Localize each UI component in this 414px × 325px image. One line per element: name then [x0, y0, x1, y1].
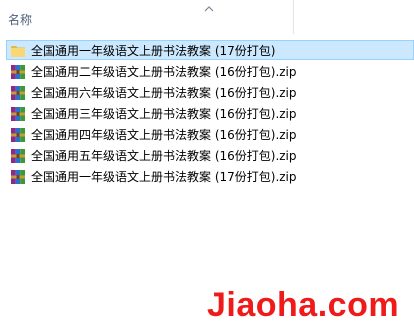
file-name: 全国通用一年级语文上册书法教案 (17份打包) — [31, 44, 276, 58]
archive-icon — [11, 86, 25, 100]
file-name: 全国通用五年级语文上册书法教案 (16份打包).zip — [31, 149, 297, 163]
archive-icon — [11, 128, 25, 142]
archive-icon — [11, 170, 25, 184]
watermark: Jiaoha.com — [207, 286, 400, 324]
file-name: 全国通用一年级语文上册书法教案 (17份打包).zip — [31, 170, 297, 184]
file-name: 全国通用六年级语文上册书法教案 (16份打包).zip — [31, 86, 297, 100]
column-header: 名称 — [0, 0, 414, 34]
archive-icon — [11, 107, 25, 121]
list-item[interactable]: 全国通用一年级语文上册书法教案 (17份打包).zip — [6, 166, 414, 186]
list-item[interactable]: 全国通用三年级语文上册书法教案 (16份打包).zip — [6, 103, 414, 123]
file-name: 全国通用四年级语文上册书法教案 (16份打包).zip — [31, 128, 297, 142]
list-item[interactable]: 全国通用二年级语文上册书法教案 (16份打包).zip — [6, 61, 414, 81]
chevron-up-icon — [204, 6, 214, 12]
list-item[interactable]: 全国通用一年级语文上册书法教案 (17份打包) — [6, 40, 414, 60]
column-divider[interactable] — [293, 0, 294, 34]
folder-icon — [11, 46, 25, 57]
list-item[interactable]: 全国通用四年级语文上册书法教案 (16份打包).zip — [6, 124, 414, 144]
file-name: 全国通用三年级语文上册书法教案 (16份打包).zip — [31, 107, 297, 121]
file-name: 全国通用二年级语文上册书法教案 (16份打包).zip — [31, 65, 297, 79]
archive-icon — [11, 149, 25, 163]
list-item[interactable]: 全国通用六年级语文上册书法教案 (16份打包).zip — [6, 82, 414, 102]
archive-icon — [11, 65, 25, 79]
name-column-header[interactable]: 名称 — [8, 11, 32, 28]
list-item[interactable]: 全国通用五年级语文上册书法教案 (16份打包).zip — [6, 145, 414, 165]
